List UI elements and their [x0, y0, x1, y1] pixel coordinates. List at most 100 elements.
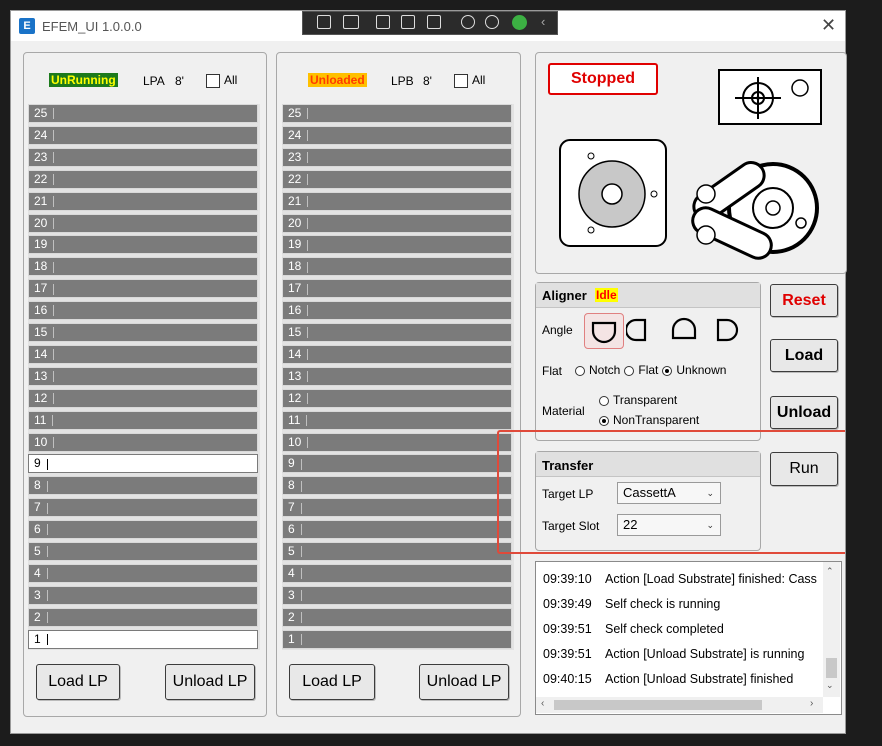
slot-row[interactable]: 19: [282, 235, 512, 255]
checkbox-box[interactable]: [454, 73, 468, 88]
slot-row[interactable]: 6: [282, 520, 512, 540]
slot-row[interactable]: 7: [28, 498, 258, 518]
slot-row[interactable]: 4: [282, 563, 512, 583]
slot-row[interactable]: 11: [282, 410, 512, 430]
scrollbar-thumb-h[interactable]: [554, 700, 762, 710]
slot-row[interactable]: 11: [28, 410, 258, 430]
slot-row[interactable]: 7: [282, 498, 512, 518]
slot-row[interactable]: 14: [28, 344, 258, 364]
slot-row[interactable]: 22: [282, 169, 512, 189]
slot-row[interactable]: 25: [282, 104, 512, 123]
slot-row[interactable]: 13: [28, 366, 258, 386]
angle-option-right-button[interactable]: [710, 315, 740, 345]
load-button[interactable]: Load: [770, 339, 838, 372]
scroll-down-icon[interactable]: ⌄: [826, 680, 834, 691]
slot-row[interactable]: 3: [28, 585, 258, 605]
slot-number: 7: [34, 500, 41, 515]
scroll-left-icon[interactable]: ‹: [541, 698, 544, 709]
slot-row[interactable]: 5: [28, 542, 258, 561]
radio-button[interactable]: [662, 365, 673, 376]
slot-row[interactable]: 23: [282, 147, 512, 167]
slot-row[interactable]: 2: [282, 607, 512, 627]
collapse-icon[interactable]: ‹: [541, 14, 545, 29]
slot-row[interactable]: 23: [28, 147, 258, 167]
slot-row[interactable]: 20: [282, 213, 512, 233]
slot-row[interactable]: 24: [282, 125, 512, 145]
slot-row[interactable]: 24: [28, 125, 258, 145]
slot-cursor: [46, 633, 48, 645]
scrollbar-thumb[interactable]: [826, 658, 837, 678]
pick-icon[interactable]: [376, 15, 390, 29]
lpb-load-lp-button[interactable]: Load LP: [289, 664, 375, 700]
lpa-load-lp-button[interactable]: Load LP: [36, 664, 120, 700]
reset-button[interactable]: Reset: [770, 284, 838, 317]
aligner-station-icon: [558, 138, 668, 248]
lpb-all-checkbox[interactable]: All: [454, 73, 485, 88]
slot-row[interactable]: 20: [28, 213, 258, 233]
slot-row[interactable]: 9: [28, 454, 258, 474]
slot-row[interactable]: 5: [282, 542, 512, 561]
vertical-scrollbar[interactable]: ⌃ ⌄: [823, 562, 840, 697]
slot-row[interactable]: 6: [28, 520, 258, 540]
lpa-all-checkbox[interactable]: All: [206, 73, 237, 88]
hot-reload-icon[interactable]: [461, 15, 475, 29]
slot-number: 9: [288, 456, 295, 471]
slot-row[interactable]: 8: [282, 476, 512, 496]
radio-button[interactable]: [575, 365, 585, 376]
accessibility-icon[interactable]: [485, 15, 499, 29]
unload-button[interactable]: Unload: [770, 396, 838, 429]
angle-option-up-button[interactable]: [669, 315, 699, 345]
slot-row[interactable]: 13: [282, 366, 512, 386]
slot-row[interactable]: 4: [28, 563, 258, 583]
slot-row[interactable]: 16: [282, 301, 512, 321]
slot-row[interactable]: 10: [28, 432, 258, 452]
slot-row[interactable]: 10: [282, 432, 512, 452]
slot-row[interactable]: 1: [28, 629, 258, 649]
angle-option-down-button[interactable]: [584, 313, 624, 349]
log-lines: 09:39:10 Action [Load Substrate] finished…: [536, 562, 823, 697]
slot-row[interactable]: 14: [282, 344, 512, 364]
radio-button[interactable]: [599, 415, 609, 426]
slot-row[interactable]: 21: [28, 191, 258, 211]
radio-button[interactable]: [624, 365, 635, 376]
slot-number: 2: [288, 609, 295, 624]
slot-row[interactable]: 16: [28, 301, 258, 321]
lpa-unload-lp-button[interactable]: Unload LP: [165, 664, 255, 700]
slot-number: 10: [288, 434, 302, 449]
slot-row[interactable]: 3: [282, 585, 512, 605]
slot-row[interactable]: 19: [28, 235, 258, 255]
angle-option-left-button[interactable]: [624, 315, 656, 345]
slot-row[interactable]: 12: [28, 388, 258, 408]
slot-row[interactable]: 12: [282, 388, 512, 408]
slot-row[interactable]: 9: [282, 454, 512, 474]
slot-cursor: [46, 590, 48, 602]
slot-row[interactable]: 25: [28, 104, 258, 123]
close-icon[interactable]: ✕: [821, 15, 836, 36]
horizontal-scrollbar[interactable]: ‹ ›: [536, 697, 823, 713]
material-option-transparent[interactable]: Transparent: [599, 393, 749, 413]
record-icon[interactable]: [343, 15, 359, 29]
inspect-icon[interactable]: [427, 15, 441, 29]
checkbox-box[interactable]: [206, 73, 220, 88]
slot-row[interactable]: 21: [282, 191, 512, 211]
slot-row[interactable]: 15: [282, 323, 512, 342]
slot-row[interactable]: 17: [282, 279, 512, 299]
flat-option-unknown[interactable]: Unknown: [662, 363, 726, 377]
lpb-unload-lp-button[interactable]: Unload LP: [419, 664, 509, 700]
slot-row[interactable]: 18: [28, 257, 258, 277]
scroll-right-icon[interactable]: ›: [810, 698, 813, 709]
slot-row[interactable]: 15: [28, 323, 258, 342]
radio-button[interactable]: [599, 395, 609, 406]
select-element-icon[interactable]: [317, 15, 331, 29]
slot-row[interactable]: 2: [28, 607, 258, 627]
slot-row[interactable]: 17: [28, 279, 258, 299]
slot-row[interactable]: 18: [282, 257, 512, 277]
slot-row[interactable]: 22: [28, 169, 258, 189]
layout-icon[interactable]: [401, 15, 415, 29]
flat-option-flat[interactable]: Flat: [624, 363, 658, 377]
slot-row[interactable]: 1: [282, 629, 512, 649]
target-icon: [718, 69, 822, 125]
flat-option-notch[interactable]: Notch: [575, 363, 620, 377]
slot-row[interactable]: 8: [28, 476, 258, 496]
scroll-up-icon[interactable]: ⌃: [826, 566, 834, 577]
